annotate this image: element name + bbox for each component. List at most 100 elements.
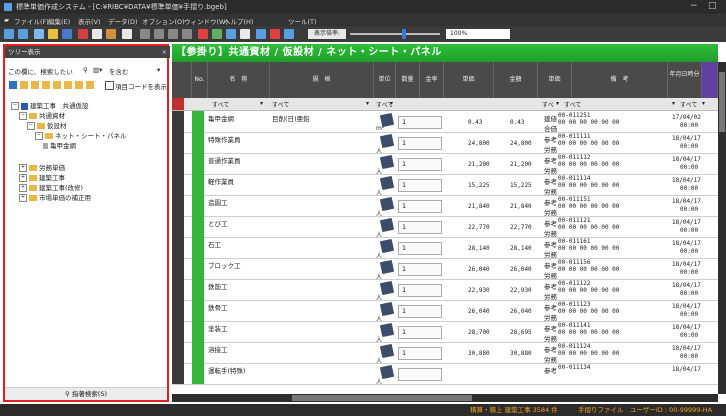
col-date[interactable]: 年月日時分	[668, 62, 702, 98]
cell-code[interactable]: 00-011111	[558, 133, 591, 140]
cell-remarks[interactable]: 00 00 00 00 00 00	[558, 266, 619, 273]
cell-date[interactable]: 18/04/17	[672, 345, 701, 352]
tree-node[interactable]: + 労務単価	[19, 164, 65, 173]
print-icon[interactable]	[122, 29, 132, 39]
menu-help[interactable]: ヘルプ(H)	[224, 16, 253, 26]
row-selector[interactable]	[172, 258, 184, 279]
vertical-scrollbar[interactable]	[718, 62, 726, 394]
cell-name[interactable]: 鉄筋工	[208, 281, 228, 291]
cell-price-kind[interactable]: 参考	[544, 239, 557, 249]
row-selector[interactable]	[172, 111, 184, 132]
cell-price-kind[interactable]: 参考	[544, 323, 557, 333]
table-row[interactable]: 亀甲金網 目削(日)亜鉛 m² 1 0.43 0.43 建値 合価 00-011251 00 00…	[172, 111, 718, 133]
cell-amount[interactable]: 15,225	[510, 182, 532, 189]
cell-code[interactable]: 00-011114	[558, 175, 591, 182]
horizontal-scrollbar[interactable]	[172, 394, 718, 402]
cell-date[interactable]: 18/04/17	[672, 135, 701, 142]
cell-unit-price[interactable]: 22,770	[468, 224, 490, 231]
folder-icon[interactable]	[64, 81, 72, 89]
cell-amount[interactable]: 26,040	[510, 266, 532, 273]
cell-price-kind[interactable]: 建値	[544, 113, 557, 123]
cell-price-kind[interactable]: 参考	[544, 302, 557, 312]
cell-name[interactable]: 普通作業員	[208, 155, 241, 165]
cell-unit-price[interactable]: 21,200	[468, 161, 490, 168]
cell-date[interactable]: 18/04/17	[672, 156, 701, 163]
expand-icon[interactable]: +	[19, 194, 27, 202]
menu-window[interactable]: ウィンドウ(W)	[184, 16, 228, 26]
menu-data[interactable]: データ(D)	[108, 16, 138, 26]
table-row[interactable]: 特殊作業員人 1 24,800 24,800 参考 労務 00-011111 00 00 00…	[172, 132, 718, 155]
row-selector[interactable]	[172, 279, 184, 300]
insert-row-icon[interactable]	[140, 29, 150, 39]
cell-code[interactable]: 00-011251	[558, 112, 591, 119]
cell-amount[interactable]: 28,140	[510, 245, 532, 252]
col-qty[interactable]: 数量	[396, 62, 420, 98]
cell-code[interactable]: 00-011121	[558, 217, 591, 224]
folder-icon[interactable]	[75, 81, 83, 89]
cell-date[interactable]: 18/04/17	[672, 261, 701, 268]
tree-search-input[interactable]: この欄に、検索したい	[8, 66, 73, 76]
cell-name[interactable]: 軽作業員	[208, 176, 234, 186]
cell-price-kind[interactable]: 参考	[544, 281, 557, 291]
cell-amount[interactable]: 30,880	[510, 350, 532, 357]
collapse-icon[interactable]: −	[11, 102, 19, 110]
cell-price-kind[interactable]: 参考	[544, 365, 557, 375]
row-selector[interactable]	[172, 132, 184, 153]
zoom-slider-thumb[interactable]	[402, 29, 406, 39]
cell-amount[interactable]: 21,840	[510, 203, 532, 210]
collapse-icon[interactable]: −	[19, 112, 27, 120]
cell-price-kind[interactable]: 参考	[544, 134, 557, 144]
col-spec[interactable]: 規 格	[270, 62, 374, 98]
col-unit-price[interactable]: 単価	[444, 62, 494, 98]
cell-remarks[interactable]: 00 00 00 00 00 00	[558, 224, 619, 231]
cell-date[interactable]: 18/04/17	[672, 240, 701, 247]
menu-view[interactable]: 表示(V)	[78, 16, 101, 26]
filter-remarks[interactable]: すべて	[564, 100, 581, 109]
col-name[interactable]: 名 称	[208, 62, 270, 98]
folder-icon[interactable]	[86, 81, 94, 89]
table-row[interactable]: 運転手(特殊) 人 参考 00-011134 18/04/17	[172, 363, 718, 386]
collapse-icon[interactable]: −	[35, 132, 43, 140]
cell-unit-price[interactable]: 0.43	[468, 119, 482, 126]
table-row[interactable]: 造園工人 1 21,840 21,840 参考 労務 00-011151 00 00 00 0…	[172, 195, 718, 218]
tree-node[interactable]: − 共通資材	[19, 112, 65, 121]
table-row[interactable]: とび工人 1 22,770 22,770 参考 労務 00-011121 00 00 00 0…	[172, 216, 718, 239]
expand-icon[interactable]: +	[19, 164, 27, 172]
cell-name[interactable]: 亀甲金網	[208, 113, 234, 123]
table-row[interactable]: 溶接工人 1 30,880 30,880 参考 労務 00-011124 00 00 00 0…	[172, 342, 718, 365]
cell-unit-price[interactable]: 28,140	[468, 245, 490, 252]
folder-icon[interactable]	[31, 81, 39, 89]
cell-unit-price[interactable]: 21,840	[468, 203, 490, 210]
new-file-icon[interactable]	[34, 29, 44, 39]
collapse-icon[interactable]: −	[27, 122, 35, 130]
menu-edit[interactable]: 編集(E)	[48, 16, 70, 26]
table-row[interactable]: 石工人 1 28,140 28,140 参考 労務 00-011161 00 00 00 00…	[172, 237, 718, 260]
chevron-down-icon[interactable]: ▾	[390, 100, 393, 107]
tree-node[interactable]: + 建築工事	[19, 174, 65, 183]
cell-amount[interactable]: 21,200	[510, 161, 532, 168]
row-selector[interactable]	[172, 321, 184, 342]
pin-icon[interactable]	[270, 29, 280, 39]
cell-date[interactable]: 18/04/17	[672, 198, 701, 205]
move-up-icon[interactable]	[168, 29, 178, 39]
cell-spec[interactable]: 目削(日)亜鉛	[272, 113, 310, 123]
table-row[interactable]: 軽作業員人 1 15,225 15,225 参考 労務 00-011114 00 00 00 …	[172, 174, 718, 197]
row-selector[interactable]	[172, 342, 184, 363]
cell-unit[interactable]: 人	[376, 377, 382, 386]
row-selector[interactable]	[172, 216, 184, 237]
table-row[interactable]: 鉄骨工人 1 26,040 26,040 参考 労務 00-011123 00 00 00 0…	[172, 300, 718, 323]
search-icon[interactable]: ⚲	[83, 66, 88, 74]
expand-icon[interactable]: +	[19, 174, 27, 182]
cell-code[interactable]: 00-011141	[558, 322, 591, 329]
cell-date[interactable]: 18/04/17	[672, 366, 701, 373]
expand-all-icon[interactable]	[9, 81, 17, 89]
chevron-down-icon[interactable]: ▾	[157, 66, 160, 74]
table-row[interactable]: 普通作業員人 1 21,200 21,200 参考 労務 00-011112 00 00 00…	[172, 153, 718, 176]
cell-date[interactable]: 18/04/17	[672, 177, 701, 184]
cell-code[interactable]: 00-011122	[558, 280, 591, 287]
cell-date[interactable]: 18/04/17	[672, 219, 701, 226]
minimize-button[interactable]: −	[690, 1, 698, 11]
delete-icon[interactable]	[198, 29, 208, 39]
detail-search-button[interactable]: ⚲ 指著検索(S)	[5, 387, 167, 400]
filter-price-kind[interactable]: すべ	[542, 100, 554, 109]
